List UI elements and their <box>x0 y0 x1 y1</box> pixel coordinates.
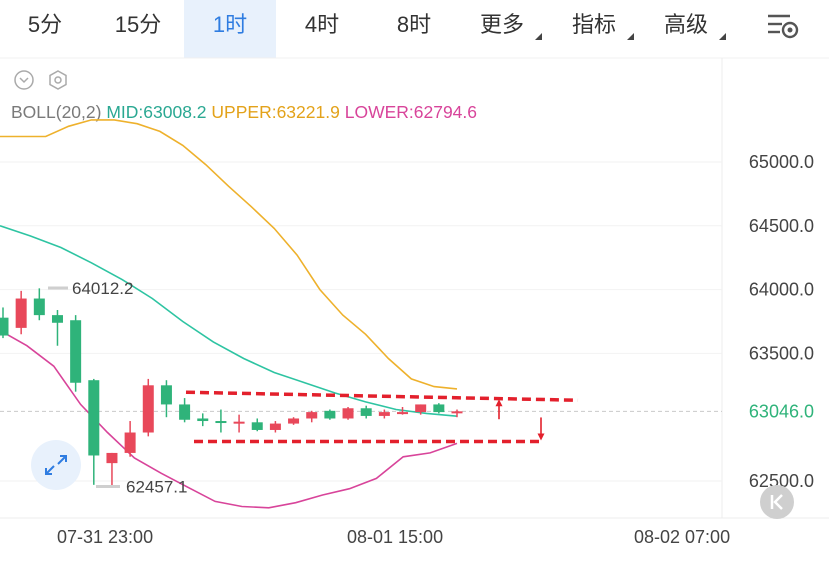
candle-body <box>415 404 427 413</box>
candle-body <box>233 421 245 424</box>
y-tick-label: 63500.0 <box>749 343 814 363</box>
current-price-label: 63046.0 <box>749 401 814 421</box>
candle-body <box>179 404 191 420</box>
candlestick-chart[interactable]: 65000.064500.064000.063500.063046.062500… <box>0 0 829 562</box>
boll-upper-line <box>0 119 458 390</box>
candle-body <box>433 404 445 413</box>
candle-body <box>215 421 227 424</box>
candle-body <box>342 408 354 419</box>
expand-button[interactable] <box>31 440 81 490</box>
candle-body <box>51 315 63 323</box>
candle-body <box>251 422 263 430</box>
low-marker-label: 62457.1 <box>126 477 187 496</box>
candle-body <box>306 412 318 419</box>
rewind-icon <box>770 494 783 510</box>
x-tick-label: 08-02 07:00 <box>634 527 731 547</box>
expand-arrows-icon <box>45 455 67 475</box>
candle-body <box>324 410 336 419</box>
high-marker-label: 64012.2 <box>72 279 133 298</box>
x-tick-label: 08-01 15:00 <box>347 527 444 547</box>
candle-body <box>269 423 281 430</box>
resistance-line <box>185 390 579 402</box>
candle-body <box>0 317 9 336</box>
candle-body <box>197 418 209 422</box>
candle-body <box>88 380 100 456</box>
y-tick-label: 64000.0 <box>749 280 814 300</box>
candle-body <box>106 452 118 464</box>
candle-body <box>33 298 45 316</box>
candle-body <box>378 412 390 416</box>
candle-body <box>142 385 154 433</box>
candle-body <box>124 432 136 453</box>
y-tick-label: 65000.0 <box>749 152 814 172</box>
down-arrow-head <box>537 433 545 441</box>
candle-body <box>70 320 82 383</box>
candle-body <box>451 411 463 414</box>
candle-body <box>288 418 300 424</box>
y-tick-label: 64500.0 <box>749 216 814 236</box>
candle-body <box>15 298 27 328</box>
candle-body <box>160 385 172 405</box>
scroll-to-latest-button[interactable] <box>760 485 794 519</box>
candle-body <box>397 412 409 415</box>
candle-body <box>360 408 372 416</box>
x-tick-label: 07-31 23:00 <box>57 527 154 547</box>
